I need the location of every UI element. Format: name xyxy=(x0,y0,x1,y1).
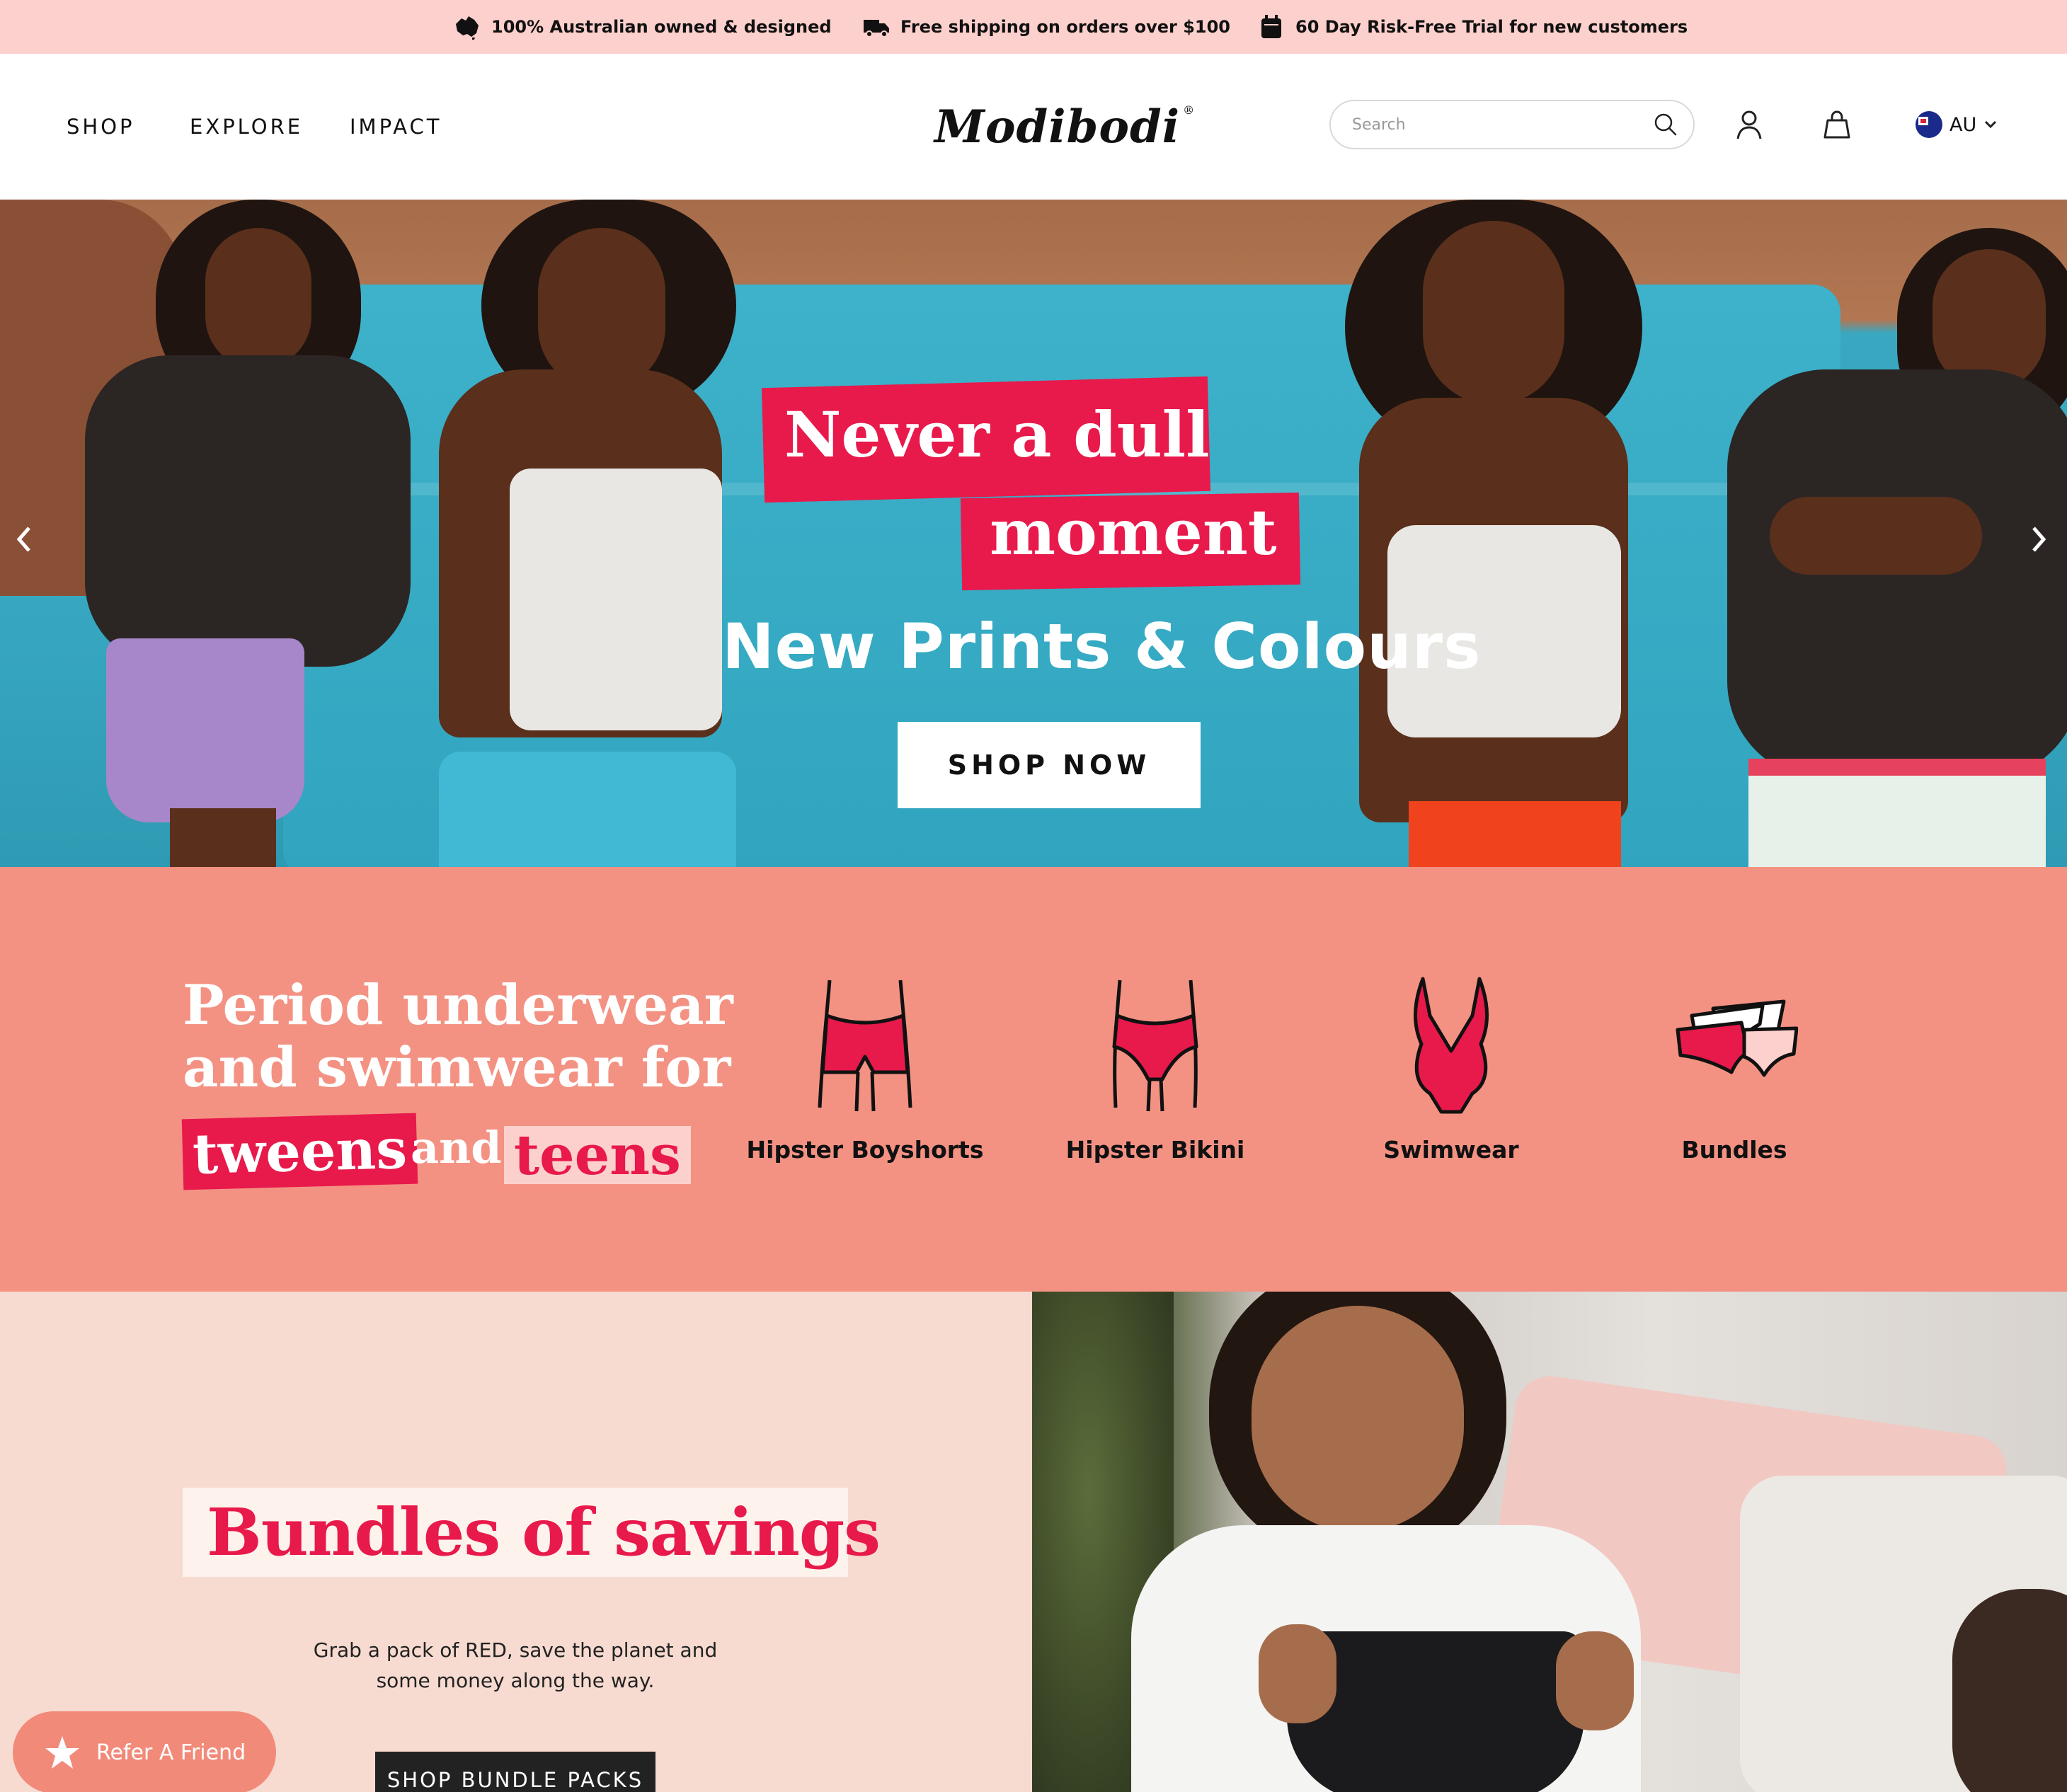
search-icon[interactable] xyxy=(1652,111,1679,138)
bundles-lifestyle-photo xyxy=(1032,1292,2067,1792)
nav-impact[interactable]: IMPACT xyxy=(350,54,442,200)
category-section: Period underwear and swimwear for tweens… xyxy=(0,867,2067,1292)
heading-connector: and xyxy=(411,1122,502,1173)
bikini-icon xyxy=(1112,980,1198,1112)
site-header: SHOP EXPLORE IMPACT Modibodi® AU xyxy=(0,54,2067,200)
shop-now-button[interactable]: SHOP NOW xyxy=(898,722,1201,808)
chevron-right-icon[interactable] xyxy=(2017,511,2060,568)
category-label: Hipster Boyshorts xyxy=(746,1136,984,1164)
highlight-tweens: tweens xyxy=(181,1113,418,1190)
hero-headline-line1: Never a dull xyxy=(784,398,1210,471)
bundles-description: Grab a pack of RED, save the planet and … xyxy=(313,1638,718,1692)
refer-a-friend-button[interactable]: Refer A Friend xyxy=(13,1711,276,1792)
star-icon xyxy=(45,1736,79,1769)
refer-label: Refer A Friend xyxy=(96,1740,246,1765)
account-icon[interactable] xyxy=(1728,103,1770,146)
highlight-teens: teens xyxy=(504,1123,691,1188)
search-box xyxy=(1329,100,1695,149)
category-bundles[interactable]: Bundles xyxy=(1628,973,1840,1164)
category-label: Hipster Bikini xyxy=(1065,1136,1245,1164)
registered-mark: ® xyxy=(1183,103,1196,117)
locale-label: AU xyxy=(1949,113,1977,136)
category-heading-line2: and swimwear for xyxy=(183,1035,731,1100)
brand-logo[interactable]: Modibodi ® xyxy=(934,96,1195,157)
swimsuit-icon xyxy=(1414,977,1489,1114)
category-hipster-boyshorts[interactable]: Hipster Boyshorts xyxy=(747,973,983,1164)
boyshorts-icon xyxy=(818,980,912,1112)
bundles-title-box: Bundles of savings xyxy=(183,1488,881,1577)
announcement-item-trial: 60 Day Risk-Free Trial for new customers xyxy=(1257,0,1688,54)
delivery-truck-icon xyxy=(864,20,889,38)
logo-text: Modibodi xyxy=(934,100,1181,154)
category-label: Swimwear xyxy=(1383,1136,1519,1164)
announcement-bar: 100% Australian owned & designed Free sh… xyxy=(0,0,2067,54)
nav-shop[interactable]: SHOP xyxy=(67,54,135,200)
chevron-left-icon[interactable] xyxy=(3,511,45,568)
nav-explore[interactable]: EXPLORE xyxy=(190,54,303,200)
hero-model-4 xyxy=(1699,200,2067,867)
announcement-text: 100% Australian owned & designed xyxy=(491,17,832,37)
category-heading-line1: Period underwear xyxy=(183,973,733,1038)
category-hipster-bikini[interactable]: Hipster Bikini xyxy=(1049,973,1261,1164)
category-label: Bundles xyxy=(1681,1136,1787,1164)
australia-flag-icon xyxy=(1916,111,1942,138)
announcement-item-ownership: 100% Australian owned & designed xyxy=(453,0,832,54)
hero-model-3 xyxy=(1302,200,1699,867)
announcement-text: 60 Day Risk-Free Trial for new customers xyxy=(1295,17,1688,37)
chevron-down-icon xyxy=(1985,120,1997,129)
announcement-text: Free shipping on orders over $100 xyxy=(900,17,1230,37)
locale-selector[interactable]: AU xyxy=(1916,107,1998,142)
shop-bundle-packs-button[interactable]: SHOP BUNDLE PACKS xyxy=(375,1752,655,1792)
bundle-icon xyxy=(1676,999,1798,1077)
australia-map-icon xyxy=(456,16,479,40)
hero-headline-line2: moment xyxy=(990,495,1277,569)
calendar-icon xyxy=(1261,15,1281,38)
cart-bag-icon[interactable] xyxy=(1816,103,1858,146)
search-input[interactable] xyxy=(1352,115,1652,134)
hero-model-2 xyxy=(396,200,793,867)
hero-subheadline: New Prints & Colours xyxy=(722,610,1482,683)
bundles-title: Bundles of savings xyxy=(207,1494,881,1570)
announcement-item-shipping: Free shipping on orders over $100 xyxy=(862,0,1230,54)
category-swimwear[interactable]: Swimwear xyxy=(1345,973,1557,1164)
hero-model-1 xyxy=(0,200,439,867)
hero-banner: Never a dull moment New Prints & Colours… xyxy=(0,200,2067,867)
